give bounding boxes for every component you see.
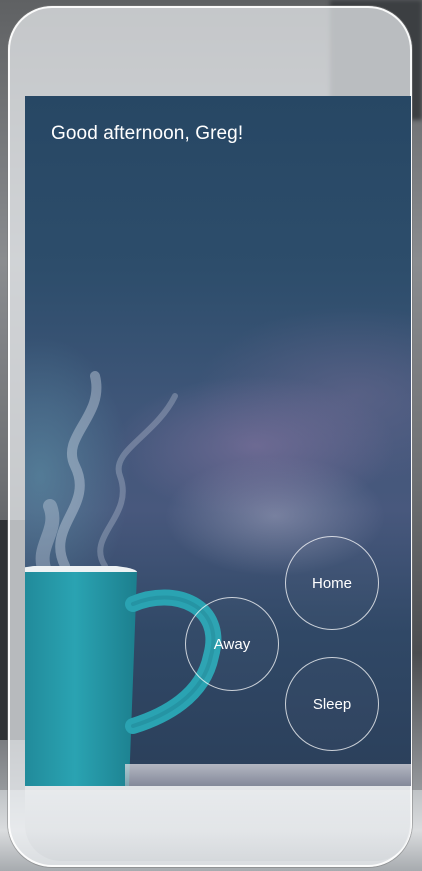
home-mode-label: Home: [311, 574, 352, 592]
home-mode-button[interactable]: Home: [285, 536, 379, 630]
sleep-mode-label: Sleep: [312, 695, 352, 713]
away-mode-label: Away: [213, 635, 251, 653]
greeting-text: Good afternoon, Greg!: [51, 123, 244, 144]
away-mode-button[interactable]: Away: [185, 597, 279, 691]
steam-illustration: [35, 371, 178, 576]
app-screen: Good afternoon, Greg! Home Away Sleep: [25, 96, 411, 786]
sleep-mode-button[interactable]: Sleep: [285, 657, 379, 751]
phone-bottom-bezel: [25, 786, 411, 861]
table-surface: [125, 764, 411, 786]
